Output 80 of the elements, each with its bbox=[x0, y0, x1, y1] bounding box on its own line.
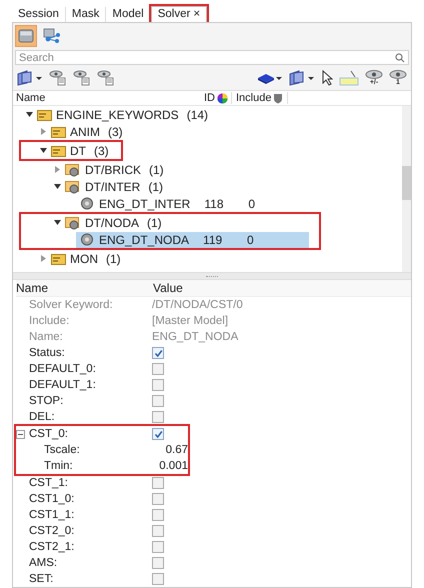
planes-dropdown-icon[interactable] bbox=[17, 70, 43, 86]
expander-icon[interactable] bbox=[39, 146, 48, 155]
tree-item[interactable]: DT/INTER (1) bbox=[62, 178, 166, 194]
toolbar-button[interactable] bbox=[15, 25, 37, 47]
color-wheel-icon[interactable] bbox=[217, 92, 228, 104]
planes-dropdown-icon[interactable] bbox=[289, 70, 315, 86]
tree-item[interactable]: MON (1) bbox=[48, 250, 123, 266]
property-label: Name: bbox=[29, 331, 63, 343]
checkbox[interactable] bbox=[152, 557, 164, 569]
property-label: CST1_1: bbox=[29, 509, 74, 521]
checkbox[interactable] bbox=[152, 411, 164, 423]
property-label: STOP: bbox=[29, 395, 64, 407]
folder-icon bbox=[51, 144, 66, 156]
tree-item[interactable]: DT/BRICK (1) bbox=[62, 162, 166, 178]
checkbox[interactable] bbox=[152, 363, 164, 375]
eye-icon bbox=[389, 70, 407, 79]
property-label: Tmin: bbox=[44, 460, 73, 472]
column-header[interactable]: Name bbox=[16, 281, 153, 295]
collapse-icon[interactable] bbox=[16, 430, 25, 438]
tree-item[interactable]: ENG_DT_INTER 118 0 bbox=[76, 196, 310, 212]
folder-icon bbox=[51, 252, 66, 264]
search-icon[interactable] bbox=[395, 53, 405, 63]
property-label: Tscale: bbox=[44, 444, 80, 456]
gear-icon bbox=[79, 233, 95, 246]
folder-gear-icon bbox=[65, 162, 81, 176]
tree-item[interactable]: DT/NODA (1) bbox=[62, 214, 164, 230]
expander-icon[interactable] bbox=[53, 182, 62, 191]
splitter-handle[interactable] bbox=[13, 272, 411, 280]
checkbox[interactable] bbox=[152, 379, 164, 391]
checkbox[interactable] bbox=[152, 525, 164, 537]
gear-icon bbox=[79, 197, 95, 210]
tree-item[interactable]: ANIM (3) bbox=[48, 124, 125, 140]
tree-item[interactable]: DT (3) bbox=[48, 142, 111, 158]
property-label: SET: bbox=[29, 573, 54, 585]
expander-icon[interactable] bbox=[53, 218, 62, 227]
checkbox[interactable] bbox=[152, 477, 164, 489]
box-icon bbox=[18, 29, 34, 43]
property-label: CST2_0: bbox=[29, 525, 74, 537]
highlighter-icon[interactable] bbox=[339, 70, 359, 86]
property-label: DEL: bbox=[29, 411, 55, 423]
property-value[interactable]: 0.67 bbox=[166, 444, 188, 456]
property-label: AMS: bbox=[29, 557, 58, 569]
expander-icon[interactable] bbox=[25, 110, 34, 119]
checkbox[interactable] bbox=[152, 347, 164, 359]
property-label: Status: bbox=[29, 347, 65, 359]
network-icon bbox=[43, 28, 61, 44]
eye-list-icon[interactable] bbox=[97, 70, 115, 86]
property-label: Include: bbox=[29, 315, 70, 327]
property-label: CST_1: bbox=[29, 477, 68, 489]
folder-icon bbox=[51, 126, 66, 138]
column-header[interactable]: Name bbox=[16, 92, 186, 104]
cursor-icon[interactable] bbox=[321, 70, 333, 86]
tree-item[interactable]: ENG_DT_NODA 119 0 bbox=[76, 232, 310, 248]
tree-item[interactable]: ENGINE_KEYWORDS (14) bbox=[34, 106, 210, 122]
eye-list-icon[interactable] bbox=[49, 70, 67, 86]
checkbox[interactable] bbox=[152, 395, 164, 407]
property-value[interactable]: 0.001 bbox=[159, 460, 188, 472]
checkbox[interactable] bbox=[152, 428, 164, 440]
property-label: CST1_0: bbox=[29, 493, 74, 505]
scrollbar[interactable] bbox=[402, 106, 411, 272]
folder-gear-icon bbox=[65, 180, 81, 194]
property-label: DEFAULT_0: bbox=[29, 363, 96, 375]
checkbox[interactable] bbox=[152, 509, 164, 521]
property-label: Solver Keyword: bbox=[29, 299, 113, 311]
property-label: CST_0: bbox=[29, 428, 68, 440]
eye-icon bbox=[365, 70, 383, 79]
search-field[interactable]: Search bbox=[15, 50, 409, 65]
column-header[interactable]: ID bbox=[204, 92, 215, 104]
shield-icon[interactable] bbox=[273, 92, 284, 104]
checkbox[interactable] bbox=[152, 493, 164, 505]
checkbox[interactable] bbox=[152, 573, 164, 585]
checkbox[interactable] bbox=[152, 541, 164, 553]
property-label: CST2_1: bbox=[29, 541, 74, 553]
column-header[interactable]: Include bbox=[236, 92, 272, 104]
column-header[interactable]: Value bbox=[153, 281, 183, 295]
tab[interactable]: Solver × bbox=[150, 6, 208, 22]
property-label: DEFAULT_1: bbox=[29, 379, 96, 391]
eye-list-icon[interactable] bbox=[73, 70, 91, 86]
folder-icon bbox=[37, 108, 52, 120]
folder-gear-icon bbox=[65, 216, 81, 230]
